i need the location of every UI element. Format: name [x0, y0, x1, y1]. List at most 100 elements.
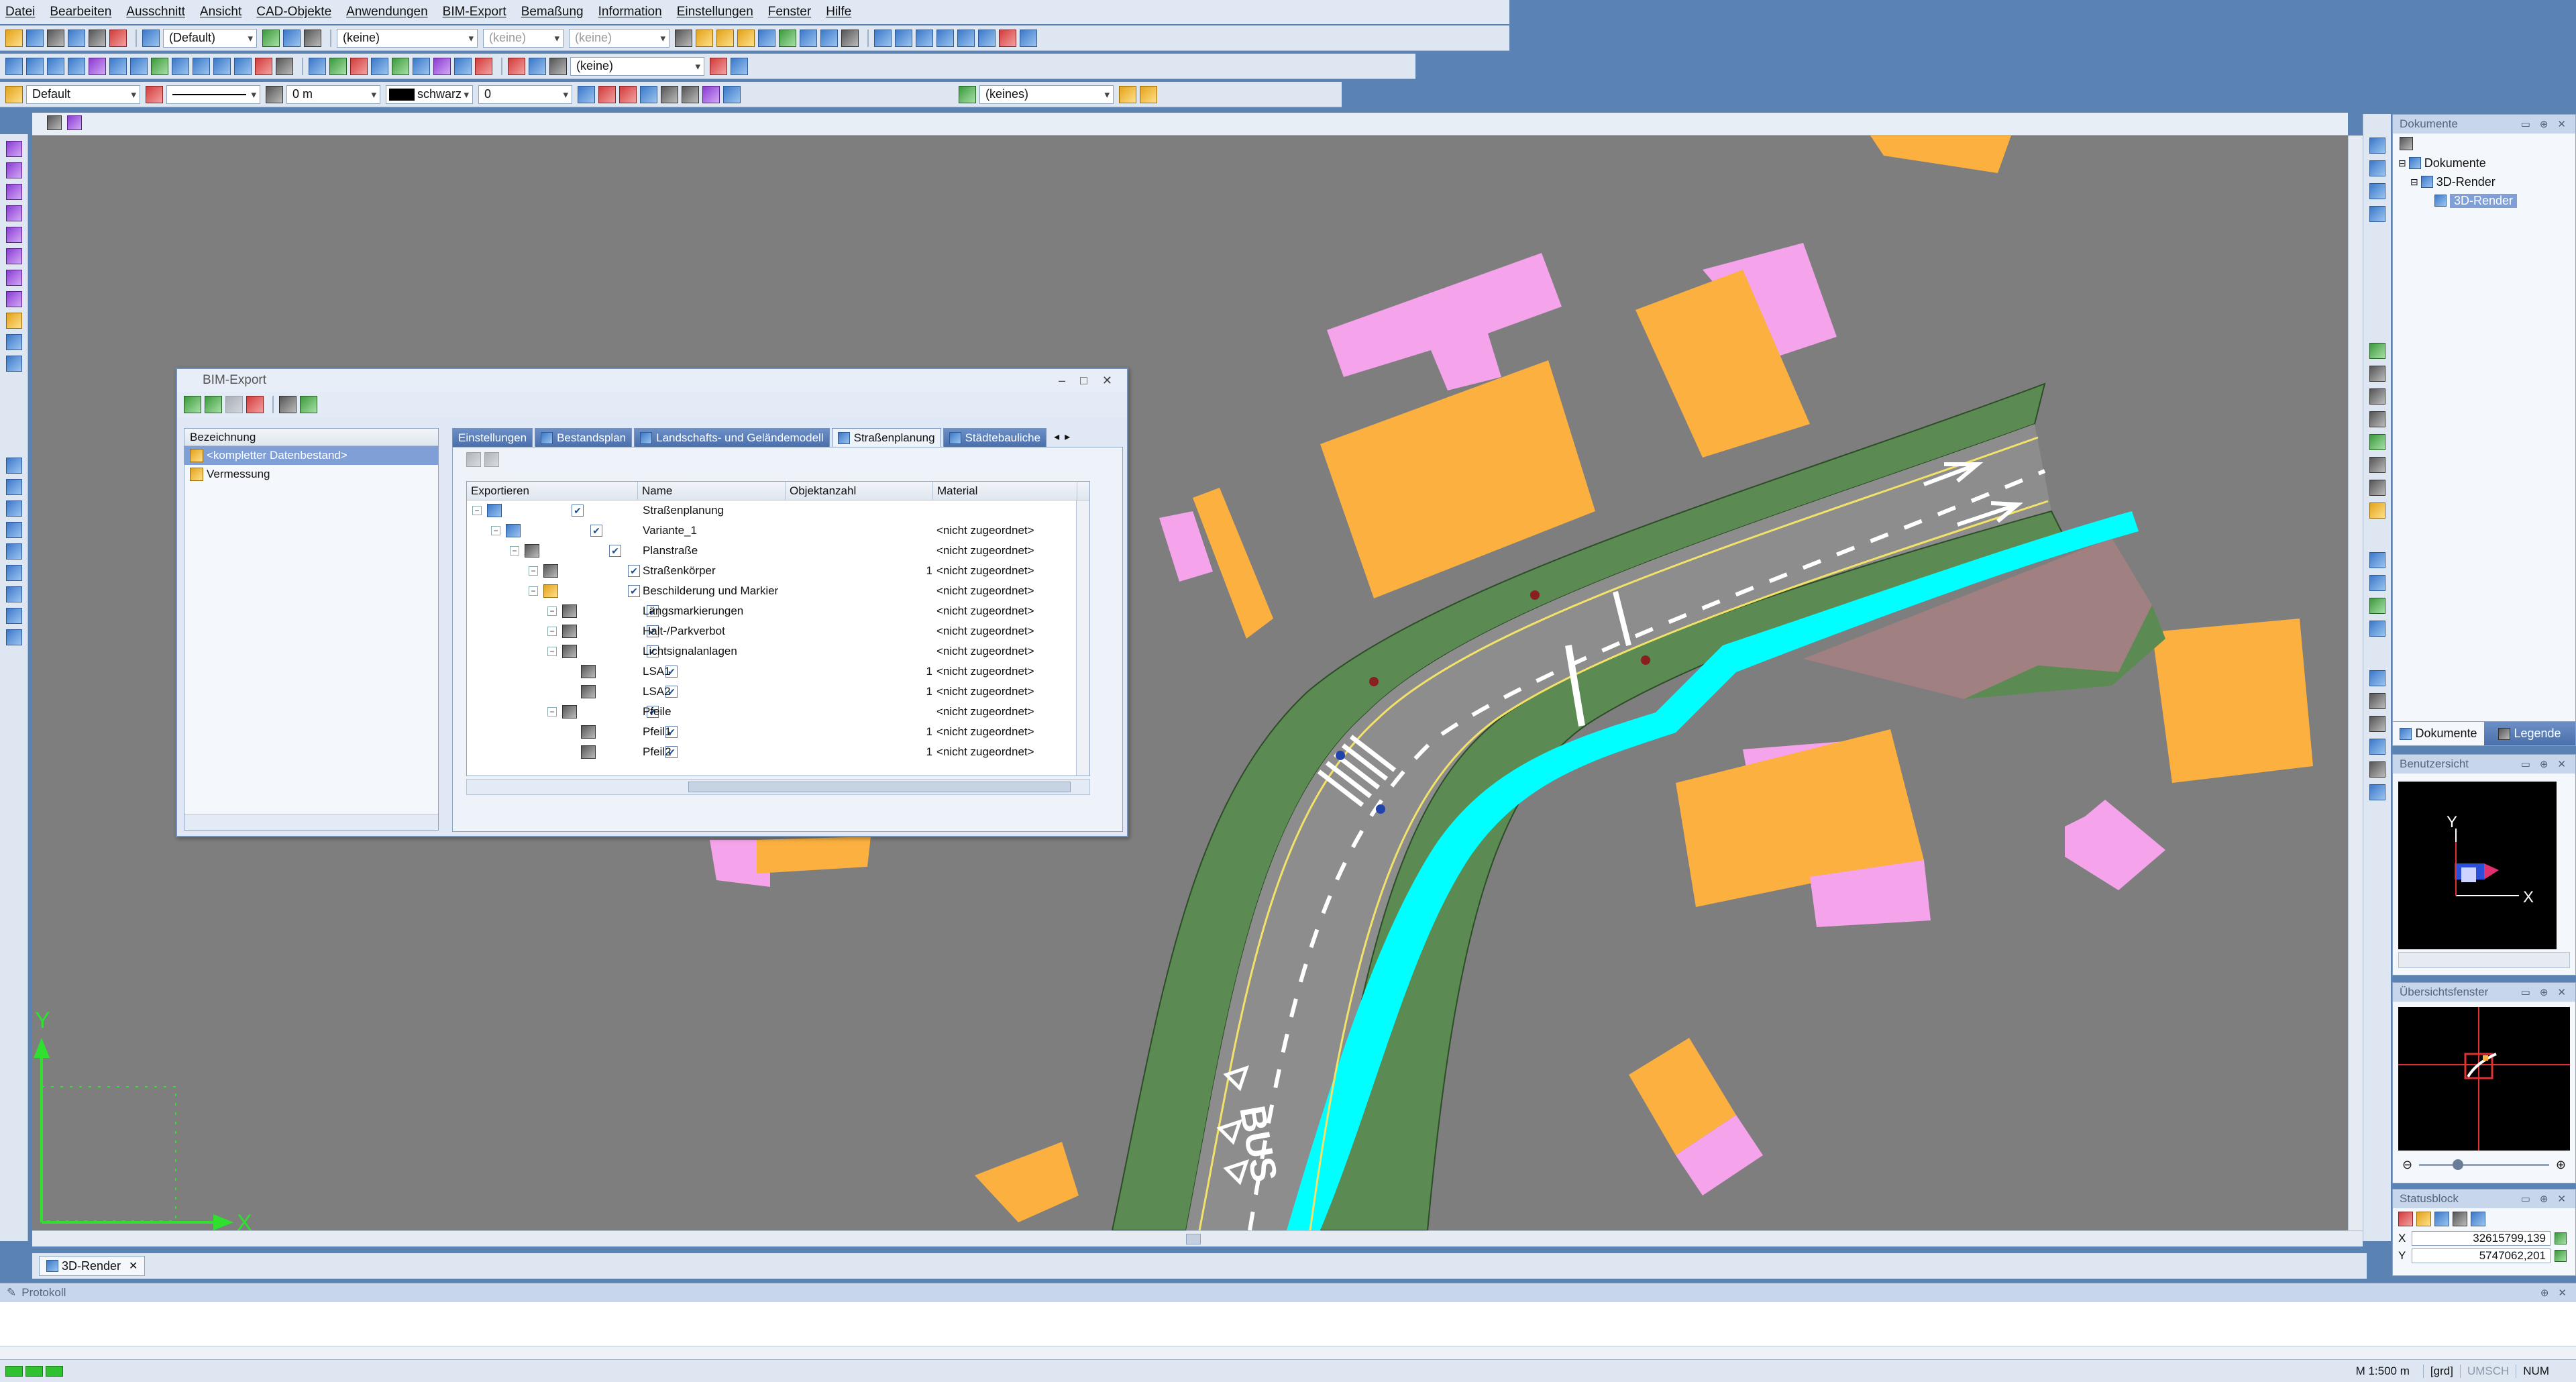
grid-row[interactable]: − ✔ Halt-/Parkverbot <nicht zugeordnet> [467, 621, 1089, 641]
grid-vertical-scrollbar[interactable] [1076, 500, 1089, 776]
print-pen-icon[interactable] [578, 85, 595, 103]
save-icon[interactable] [47, 29, 64, 47]
user-view-scrollbar[interactable] [2398, 952, 2570, 968]
menu-item-hilfe[interactable]: Hilfe [826, 5, 851, 19]
tool-tangent-icon[interactable] [5, 291, 22, 307]
row-material[interactable]: <nicht zugeordnet> [936, 604, 1064, 618]
export-checkbox[interactable]: ✔ [628, 585, 640, 597]
layer-icon[interactable] [262, 29, 280, 47]
menu-item-information[interactable]: Information [598, 5, 662, 19]
polyline-icon[interactable] [26, 57, 44, 75]
table-icon[interactable] [234, 57, 252, 75]
row-material[interactable]: <nicht zugeordnet> [936, 544, 1064, 557]
zoom-out-icon[interactable]: ⊖ [2402, 1158, 2412, 1172]
tree-root[interactable]: ⊟ Dokumente [2398, 154, 2575, 172]
copy-icon[interactable] [89, 29, 106, 47]
grid-row[interactable]: − ✔ Straßenkörper 1 <nicht zugeordnet> [467, 561, 1089, 581]
tree-leaf[interactable]: 3D-Render [2398, 191, 2575, 210]
group-icon[interactable] [957, 29, 975, 47]
menu-item-cad-objekte[interactable]: CAD-Objekte [256, 5, 331, 19]
row-material[interactable]: <nicht zugeordnet> [936, 524, 1064, 537]
user-view-viewport[interactable]: Y X [2398, 782, 2557, 949]
export-checkbox[interactable]: ✔ [572, 504, 584, 517]
panel-controls[interactable]: ▭⊕✕ [2521, 758, 2575, 770]
row-material[interactable]: <nicht zugeordnet> [936, 584, 1064, 598]
circle-icon[interactable] [68, 57, 85, 75]
menu-item-ausschnitt[interactable]: Ausschnitt [126, 5, 185, 19]
col-objektanzahl[interactable]: Objektanzahl [786, 482, 933, 500]
settings-icon[interactable] [841, 29, 859, 47]
tab-st-dtebauliche[interactable]: Städtebauliche [943, 428, 1047, 447]
pen-icon[interactable] [146, 85, 163, 103]
text-icon[interactable] [213, 57, 231, 75]
point-icon[interactable] [433, 57, 451, 75]
zoom-all-icon[interactable] [2369, 388, 2385, 405]
menu-item-anwendungen[interactable]: Anwendungen [346, 5, 428, 19]
align-right-icon[interactable] [916, 29, 933, 47]
tool-intersect-icon[interactable] [5, 162, 22, 178]
color-combo[interactable]: schwarz [386, 85, 473, 104]
table-view-icon[interactable] [454, 57, 472, 75]
layer-manager-icon[interactable] [283, 29, 301, 47]
menu-item-bearbeiten[interactable]: Bearbeiten [50, 5, 111, 19]
view-icon[interactable] [820, 29, 838, 47]
shading-icon[interactable] [2369, 716, 2385, 732]
left-list-navigator[interactable] [184, 814, 438, 830]
collapse-icon[interactable] [484, 452, 499, 467]
scroll-thumb[interactable] [1186, 1234, 1201, 1244]
model-add-icon[interactable] [1140, 85, 1157, 103]
tool-midpoint-icon[interactable] [5, 227, 22, 243]
export-checkbox[interactable]: ✔ [590, 525, 602, 537]
add-child-icon[interactable] [205, 396, 222, 413]
print-icon[interactable] [68, 29, 85, 47]
dialog-window-controls[interactable]: –□✕ [1059, 374, 1127, 388]
export-icon[interactable] [300, 396, 317, 413]
lock-icon[interactable] [2555, 1232, 2567, 1244]
zoom-previous-icon[interactable] [2369, 434, 2385, 450]
brush-icon[interactable] [640, 85, 657, 103]
tool-snap-icon[interactable] [5, 184, 22, 200]
style-icon[interactable] [142, 29, 160, 47]
view-front-icon[interactable] [2369, 160, 2385, 176]
surface-icon[interactable] [392, 57, 409, 75]
tool-extend-icon[interactable] [5, 522, 22, 538]
rotate-icon[interactable] [172, 57, 189, 75]
panel-controls[interactable]: ▭⊕✕ [2521, 986, 2575, 998]
element-combo[interactable]: (keine) [570, 56, 704, 76]
zoom-in-icon[interactable] [2369, 343, 2385, 359]
list-item-complete[interactable]: <kompletter Datenbestand> [184, 446, 438, 465]
row-material[interactable]: <nicht zugeordnet> [936, 665, 1064, 678]
value-field[interactable]: 0 [478, 85, 572, 104]
model-combo[interactable]: (keines) [979, 85, 1114, 104]
tab-stra-enplanung[interactable]: Straßenplanung [831, 428, 941, 447]
spline-icon[interactable] [89, 57, 106, 75]
tool-trim-icon[interactable] [5, 500, 22, 517]
grid-row[interactable]: − ✔ Beschilderung und Markier <nicht zugeor… [467, 581, 1089, 601]
tool-offset-icon[interactable] [5, 543, 22, 560]
expand-toggle-icon[interactable]: − [547, 627, 557, 636]
tab-einstellungen[interactable]: Einstellungen [452, 428, 533, 447]
grid-row[interactable]: − ✔ Variante_1 <nicht zugeordnet> [467, 521, 1089, 541]
hand-icon[interactable] [2369, 502, 2385, 519]
linetype-combo[interactable] [166, 85, 260, 104]
tool-measure-icon[interactable] [5, 356, 22, 372]
view-top-icon[interactable] [2369, 138, 2385, 154]
tool-break-icon[interactable] [5, 608, 22, 624]
zoom-out-icon[interactable] [2369, 366, 2385, 382]
style-manager-icon[interactable] [723, 85, 741, 103]
add-icon[interactable] [184, 396, 201, 413]
pan-icon[interactable] [529, 57, 546, 75]
tool-layer-icon[interactable] [5, 458, 22, 474]
view-iso-icon[interactable] [2369, 206, 2385, 222]
status-tool-icon[interactable] [2398, 1212, 2413, 1226]
grid-row[interactable]: ✔ LSA1 1 <nicht zugeordnet> [467, 661, 1089, 682]
grid-row[interactable]: − ✔ Längsmarkierungen <nicht zugeordnet> [467, 601, 1089, 621]
tool-point-icon[interactable] [5, 205, 22, 221]
panel-controls[interactable]: ▭⊕✕ [2521, 118, 2575, 130]
line-icon[interactable] [5, 57, 23, 75]
status-tool-icon[interactable] [2471, 1212, 2485, 1226]
undo-icon[interactable] [109, 29, 127, 47]
scale-label[interactable]: M 1:500 m [2356, 1365, 2410, 1378]
grid-row[interactable]: − ✔ Lichtsignalanlagen <nicht zugeordnet> [467, 641, 1089, 661]
tab-documents[interactable]: Dokumente [2393, 722, 2484, 745]
